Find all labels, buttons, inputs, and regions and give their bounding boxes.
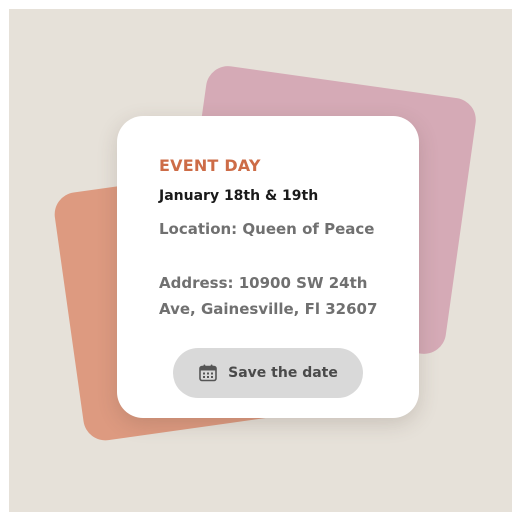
event-day-label: EVENT DAY (159, 156, 261, 175)
event-dates: January 18th & 19th (159, 188, 319, 204)
save-the-date-button[interactable]: Save the date (173, 348, 363, 398)
event-location: Location: Queen of Peace (159, 220, 375, 238)
address-line-2: Ave, Gainesville, Fl 32607 (159, 300, 378, 318)
address-line-1: Address: 10900 SW 24th (159, 274, 368, 292)
save-the-date-label: Save the date (228, 365, 338, 381)
event-address: Address: 10900 SW 24th Ave, Gainesville,… (159, 270, 409, 322)
calendar-icon (198, 363, 218, 383)
event-card: EVENT DAY January 18th & 19th Location: … (117, 116, 419, 418)
background-canvas: EVENT DAY January 18th & 19th Location: … (9, 9, 512, 512)
